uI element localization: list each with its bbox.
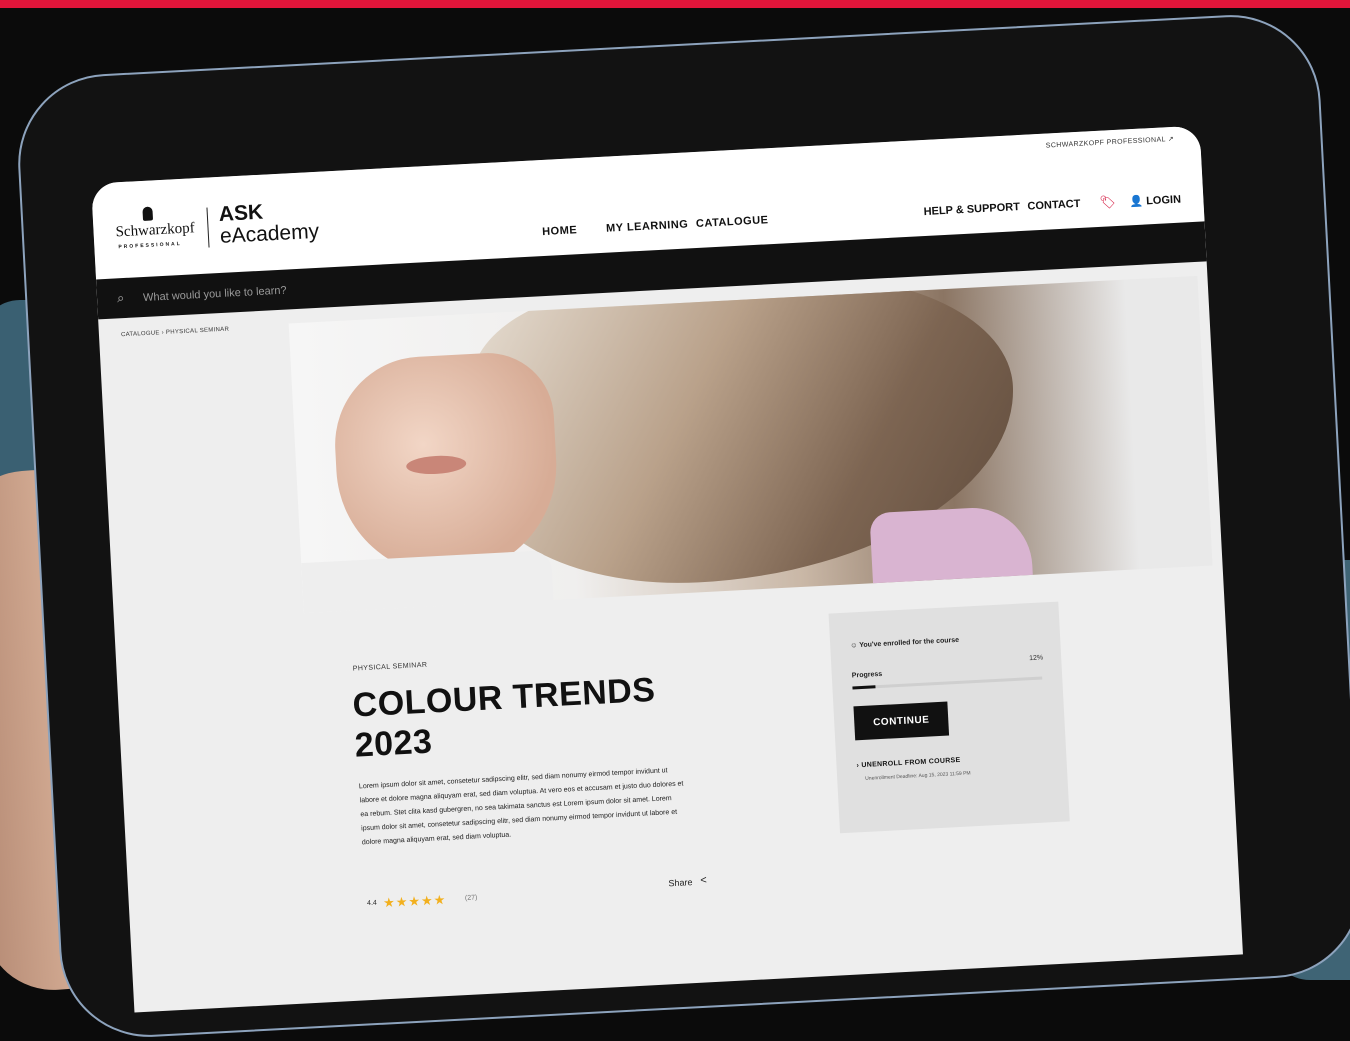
brand-sub-logo: PROFESSIONAL bbox=[118, 240, 182, 251]
hero-image bbox=[288, 275, 1213, 614]
progress-fill bbox=[852, 685, 876, 690]
brand-accent-bar bbox=[0, 0, 1350, 8]
share-label[interactable]: Share bbox=[668, 877, 693, 888]
tablet-screen: Schwarzkopf PROFESSIONAL ASK eAcademy HO… bbox=[91, 125, 1243, 1013]
external-brand-link[interactable]: SCHWARZKOPF PROFESSIONAL ↗ bbox=[1046, 135, 1175, 150]
enrolled-status-text: You've enrolled for the course bbox=[859, 636, 960, 650]
rating-value: 4.4 bbox=[366, 899, 378, 908]
nav-my-learning[interactable]: MY LEARNING bbox=[606, 218, 689, 234]
check-icon: ☺ bbox=[850, 642, 860, 650]
enrolled-status: ☺ You've enrolled for the course bbox=[850, 637, 959, 650]
hero-notch bbox=[301, 550, 554, 614]
login-button[interactable]: 👤 LOGIN bbox=[1129, 193, 1181, 209]
schwarzkopf-logo-icon bbox=[142, 206, 154, 221]
user-icon: 👤 bbox=[1129, 195, 1147, 209]
progress-track bbox=[852, 676, 1043, 690]
rating-count[interactable]: (27) bbox=[465, 894, 478, 902]
progress-value: 12% bbox=[1028, 654, 1044, 663]
tag-icon[interactable]: 🏷 bbox=[1099, 194, 1116, 211]
share-icon[interactable]: < bbox=[700, 874, 707, 886]
hero-collar bbox=[869, 504, 1035, 614]
nav-catalogue[interactable]: CATALOGUE bbox=[696, 214, 769, 230]
course-title: COLOUR TRENDS 2023 bbox=[351, 670, 657, 765]
course-description: Lorem ipsum dolor sit amet, consetetur s… bbox=[358, 767, 684, 847]
app-name-eacademy[interactable]: eAcademy bbox=[219, 220, 319, 249]
help-support-link[interactable]: HELP & SUPPORT bbox=[923, 201, 1020, 218]
contact-link[interactable]: CONTACT bbox=[1027, 198, 1081, 213]
logo-divider bbox=[206, 207, 210, 248]
unenroll-link[interactable]: › UNENROLL FROM COURSE bbox=[856, 757, 960, 769]
unenroll-label: UNENROLL FROM COURSE bbox=[861, 756, 961, 770]
course-type: PHYSICAL SEMINAR bbox=[352, 661, 428, 673]
enrollment-card: ☺ You've enrolled for the course Progres… bbox=[828, 601, 1070, 834]
login-label: LOGIN bbox=[1145, 193, 1182, 208]
breadcrumb[interactable]: CATALOGUE › PHYSICAL SEMINAR bbox=[121, 327, 229, 339]
star-rating-icon: ★★★★★ bbox=[382, 892, 447, 911]
progress-label: Progress bbox=[851, 670, 883, 680]
continue-button[interactable]: CONTINUE bbox=[853, 701, 950, 741]
search-icon: ⌕ bbox=[116, 290, 125, 306]
unenroll-deadline: Unenrollment Deadline: Aug 15, 2023 11:5… bbox=[865, 770, 971, 782]
brand-logo[interactable]: Schwarzkopf bbox=[115, 220, 195, 241]
nav-home[interactable]: HOME bbox=[542, 224, 578, 238]
